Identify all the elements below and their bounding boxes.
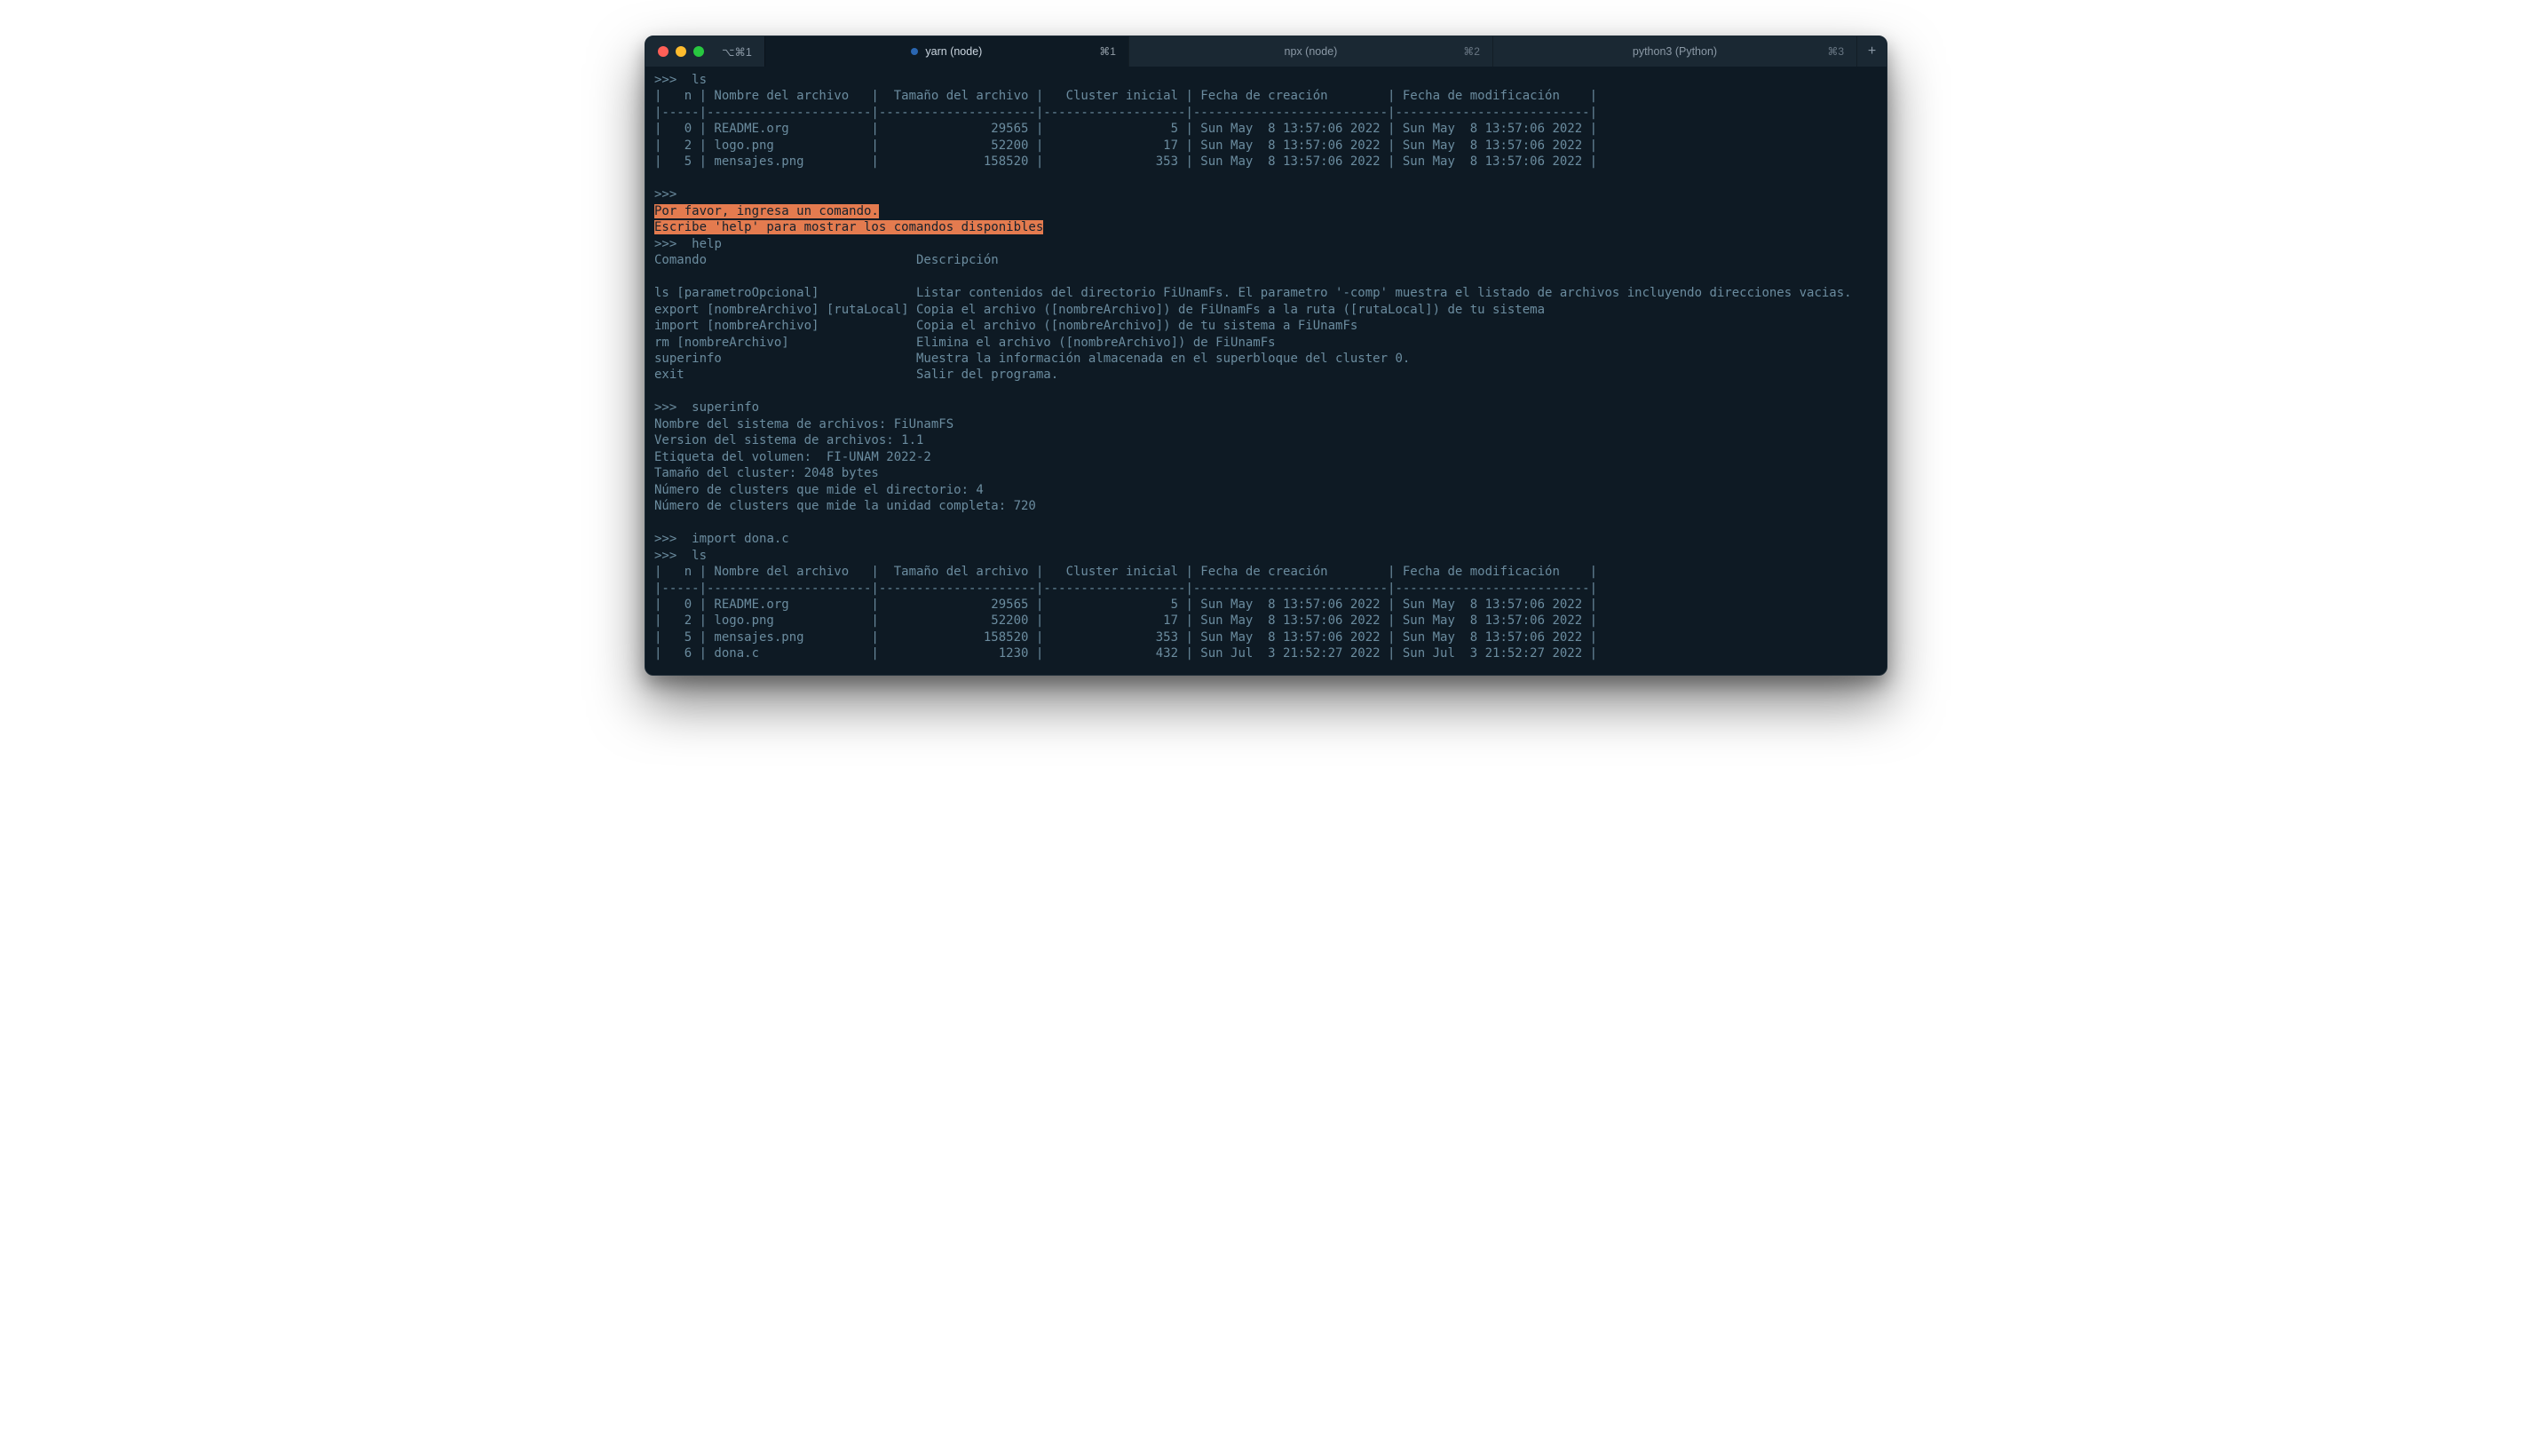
help-row: export [nombreArchivo] [rutaLocal] Copia… [654, 303, 1545, 317]
prompt: >>> [654, 237, 677, 251]
tab-shortcut: ⌘1 [1099, 45, 1116, 58]
prompt: >>> [654, 73, 677, 87]
ls-row: | 0 | README.org | 29565 | 5 | Sun May 8… [654, 597, 1597, 612]
tab-label: yarn (node) [925, 45, 982, 58]
help-row: ls [parametroOpcional] Listar contenidos… [654, 286, 1852, 300]
tab-yarn[interactable]: yarn (node) ⌘1 [764, 36, 1128, 67]
prompt: >>> [654, 549, 677, 563]
error-line: Por favor, ingresa un comando. [654, 204, 879, 218]
ls-row: | 0 | README.org | 29565 | 5 | Sun May 8… [654, 122, 1597, 136]
tab-group-shortcut-label: ⌥⌘1 [722, 45, 752, 59]
ls-row: | 2 | logo.png | 52200 | 17 | Sun May 8 … [654, 138, 1597, 153]
prompt: >>> [654, 532, 677, 546]
ls-row: | 6 | dona.c | 1230 | 432 | Sun Jul 3 21… [654, 646, 1597, 661]
ls-rule: |-----|----------------------|----------… [654, 582, 1597, 596]
cmd-import: import dona.c [692, 532, 789, 546]
ls-row: | 5 | mensajes.png | 158520 | 353 | Sun … [654, 630, 1597, 645]
cmd-help: help [692, 237, 722, 251]
help-row: superinfo Muestra la información almacen… [654, 352, 1410, 366]
superinfo-line: Número de clusters que mide el directori… [654, 483, 984, 497]
ls-row: | 5 | mensajes.png | 158520 | 353 | Sun … [654, 154, 1597, 169]
help-row: exit Salir del programa. [654, 368, 1058, 382]
new-tab-button[interactable]: + [1856, 36, 1887, 67]
prompt: >>> [654, 187, 677, 202]
ls-header: | n | Nombre del archivo | Tamaño del ar… [654, 89, 1597, 103]
help-header: Comando Descripción [654, 253, 999, 267]
error-line: Escribe 'help' para mostrar los comandos… [654, 220, 1043, 234]
superinfo-line: Nombre del sistema de archivos: FiUnamFS [654, 417, 953, 431]
help-row: rm [nombreArchivo] Elimina el archivo ([… [654, 336, 1276, 350]
unsaved-dot-icon [911, 48, 918, 55]
tab-npx[interactable]: npx (node) ⌘2 [1128, 36, 1492, 67]
superinfo-line: Tamaño del cluster: 2048 bytes [654, 466, 879, 480]
superinfo-line: Version del sistema de archivos: 1.1 [654, 433, 923, 447]
superinfo-line: Número de clusters que mide la unidad co… [654, 499, 1036, 513]
minimize-window-button[interactable] [676, 46, 686, 57]
cmd-ls: ls [692, 73, 707, 87]
ls-row: | 2 | logo.png | 52200 | 17 | Sun May 8 … [654, 613, 1597, 628]
tab-bar: yarn (node) ⌘1 npx (node) ⌘2 python3 (Py… [764, 36, 1856, 67]
cmd-ls: ls [692, 549, 707, 563]
cmd-superinfo: superinfo [692, 400, 759, 415]
close-window-button[interactable] [658, 46, 669, 57]
terminal-output[interactable]: >>> ls | n | Nombre del archivo | Tamaño… [645, 67, 1887, 675]
ls-rule: |-----|----------------------|----------… [654, 106, 1597, 120]
terminal-window: ⌥⌘1 yarn (node) ⌘1 npx (node) ⌘2 python3… [645, 36, 1887, 676]
titlebar: ⌥⌘1 yarn (node) ⌘1 npx (node) ⌘2 python3… [645, 36, 1887, 67]
tab-shortcut: ⌘2 [1463, 45, 1480, 58]
prompt: >>> [654, 400, 677, 415]
tab-python3[interactable]: python3 (Python) ⌘3 [1492, 36, 1856, 67]
tab-shortcut: ⌘3 [1827, 45, 1844, 58]
tab-group-shortcut: ⌥⌘1 [716, 36, 764, 67]
tab-label: python3 (Python) [1633, 45, 1717, 58]
tab-label: npx (node) [1285, 45, 1338, 58]
help-row: import [nombreArchivo] Copia el archivo … [654, 319, 1357, 333]
ls-header: | n | Nombre del archivo | Tamaño del ar… [654, 565, 1597, 579]
zoom-window-button[interactable] [693, 46, 704, 57]
plus-icon: + [1868, 44, 1876, 59]
traffic-lights [645, 36, 716, 67]
superinfo-line: Etiqueta del volumen: FI-UNAM 2022-2 [654, 450, 931, 464]
